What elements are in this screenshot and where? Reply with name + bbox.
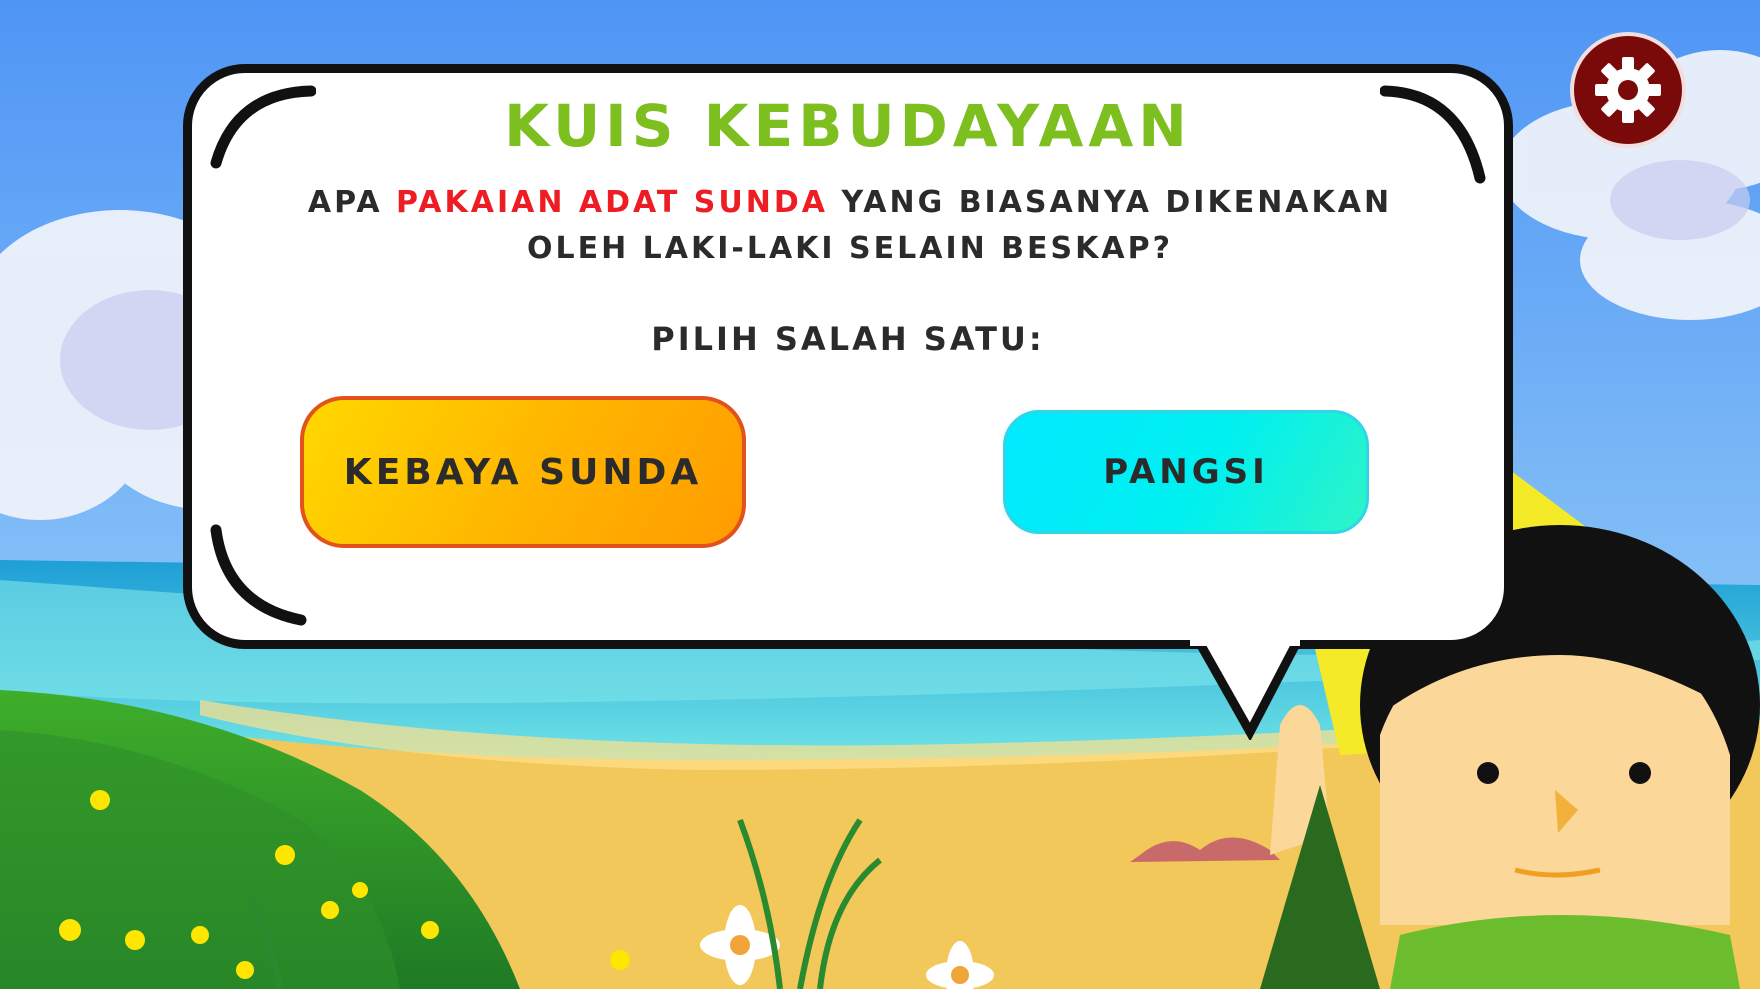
question-highlight: PAKAIAN ADAT SUNDA [396,185,828,220]
bubble-corner-decoration [210,524,307,626]
speech-bubble-tail [1190,640,1300,740]
answer-button-pangsi[interactable]: PANGSI [1003,410,1369,534]
answer-label: KEBAYA SUNDA [343,451,703,493]
quiz-title: KUIS KEBUDAYAAN [504,92,1192,160]
answer-button-kebaya-sunda[interactable]: KEBAYA SUNDA [300,396,746,548]
question-part-1: APA [307,185,397,220]
gear-icon [1595,57,1661,123]
question-text: APA PAKAIAN ADAT SUNDA YANG BIASANYA DIK… [300,180,1400,272]
answer-label: PANGSI [1103,452,1269,492]
settings-button[interactable] [1570,32,1686,148]
choose-prompt: PILIH SALAH SATU: [651,320,1045,358]
